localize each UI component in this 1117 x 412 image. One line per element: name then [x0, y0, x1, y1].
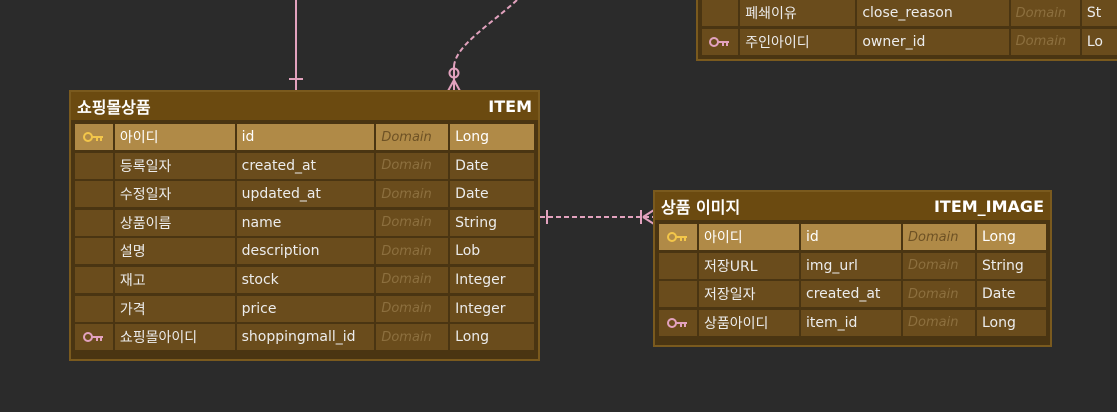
- column-type: Long: [977, 309, 1046, 336]
- row-key-slot: [702, 0, 739, 26]
- column-domain: Domain: [903, 224, 975, 250]
- primary-key-icon: [75, 124, 113, 150]
- row-key-slot: [75, 152, 113, 179]
- column-type: String: [450, 209, 534, 236]
- entity-row[interactable]: 폐쇄이유 close_reason Domain St: [702, 0, 1117, 26]
- column-korean-name: 수정일자: [114, 181, 235, 208]
- column-domain: Domain: [903, 281, 975, 308]
- column-domain: Domain: [376, 124, 449, 150]
- column-domain: Domain: [1010, 0, 1080, 26]
- relation-line-shop-to-item: [453, 0, 518, 67]
- entity-korean-title: 상품 이미지: [661, 198, 741, 217]
- entity-row[interactable]: 저장URL img_url Domain String: [659, 252, 1046, 279]
- column-physical-name: created_at: [801, 281, 901, 308]
- column-korean-name: 가격: [114, 295, 235, 322]
- entity-physical-title: ITEM_IMAGE: [933, 196, 1044, 216]
- column-domain: Domain: [903, 252, 975, 279]
- column-korean-name: 폐쇄이유: [740, 0, 856, 26]
- row-key-slot: [75, 209, 113, 236]
- column-physical-name: name: [236, 209, 375, 236]
- column-type: Long: [450, 324, 534, 351]
- column-type: Integer: [450, 266, 534, 293]
- column-domain: Domain: [376, 152, 449, 179]
- entity-item[interactable]: 쇼핑몰상품 ITEM 아이디 id Domain Long 등록일자 creat…: [69, 90, 540, 361]
- foreign-key-icon: [659, 309, 697, 336]
- column-physical-name: owner_id: [857, 28, 1009, 55]
- column-domain: Domain: [376, 324, 449, 351]
- column-physical-name: img_url: [801, 252, 901, 279]
- entity-row[interactable]: 상품이름 name Domain String: [75, 209, 534, 236]
- entity-row-primary-key[interactable]: 아이디 id Domain Long: [75, 124, 534, 150]
- column-type: String: [977, 252, 1046, 279]
- row-key-slot: [659, 252, 697, 279]
- column-physical-name: close_reason: [857, 0, 1009, 26]
- entity-header[interactable]: 상품 이미지 ITEM_IMAGE: [655, 192, 1050, 220]
- entity-physical-title: ITEM: [488, 96, 532, 116]
- entity-row[interactable]: 쇼핑몰아이디 shoppingmall_id Domain Long: [75, 324, 534, 351]
- entity-shoppingmall-partial[interactable]: 폐쇄이유 close_reason Domain St 주인아이디 owner_…: [696, 0, 1117, 61]
- column-korean-name: 재고: [114, 266, 235, 293]
- entity-row[interactable]: 수정일자 updated_at Domain Date: [75, 181, 534, 208]
- column-physical-name: shoppingmall_id: [236, 324, 375, 351]
- column-physical-name: created_at: [236, 152, 375, 179]
- primary-key-icon: [659, 224, 697, 250]
- column-korean-name: 쇼핑몰아이디: [114, 324, 235, 351]
- column-domain: Domain: [1010, 28, 1080, 55]
- column-domain: Domain: [903, 309, 975, 336]
- row-key-slot: [75, 238, 113, 265]
- column-type: Date: [977, 281, 1046, 308]
- entity-korean-title: 쇼핑몰상품: [77, 98, 151, 117]
- entity-header[interactable]: 쇼핑몰상품 ITEM: [71, 92, 538, 120]
- column-domain: Domain: [376, 295, 449, 322]
- column-type: Integer: [450, 295, 534, 322]
- column-type: Date: [450, 152, 534, 179]
- column-korean-name: 설명: [114, 238, 235, 265]
- row-key-slot: [75, 181, 113, 208]
- row-key-slot: [75, 295, 113, 322]
- entity-row[interactable]: 등록일자 created_at Domain Date: [75, 152, 534, 179]
- column-type: Lo: [1081, 28, 1117, 55]
- column-type: St: [1081, 0, 1117, 26]
- column-korean-name: 저장일자: [699, 281, 799, 308]
- column-type: Date: [450, 181, 534, 208]
- column-korean-name: 아이디: [699, 224, 799, 250]
- column-physical-name: id: [801, 224, 901, 250]
- foreign-key-icon: [702, 28, 739, 55]
- column-korean-name: 상품아이디: [699, 309, 799, 336]
- entity-row[interactable]: 재고 stock Domain Integer: [75, 266, 534, 293]
- foreign-key-icon: [75, 324, 113, 351]
- row-key-slot: [75, 266, 113, 293]
- entity-item-image[interactable]: 상품 이미지 ITEM_IMAGE 아이디 id Domain Long 저장U…: [653, 190, 1052, 347]
- entity-row[interactable]: 상품아이디 item_id Domain Long: [659, 309, 1046, 336]
- column-type: Lob: [450, 238, 534, 265]
- column-physical-name: price: [236, 295, 375, 322]
- entity-row[interactable]: 설명 description Domain Lob: [75, 238, 534, 265]
- column-physical-name: item_id: [801, 309, 901, 336]
- column-physical-name: description: [236, 238, 375, 265]
- entity-row[interactable]: 저장일자 created_at Domain Date: [659, 281, 1046, 308]
- column-physical-name: stock: [236, 266, 375, 293]
- column-domain: Domain: [376, 209, 449, 236]
- column-physical-name: id: [236, 124, 375, 150]
- column-korean-name: 저장URL: [699, 252, 799, 279]
- column-type: Long: [977, 224, 1046, 250]
- entity-row[interactable]: 주인아이디 owner_id Domain Lo: [702, 28, 1117, 55]
- column-physical-name: updated_at: [236, 181, 375, 208]
- column-domain: Domain: [376, 266, 449, 293]
- column-domain: Domain: [376, 238, 449, 265]
- row-key-slot: [659, 281, 697, 308]
- column-korean-name: 주인아이디: [740, 28, 856, 55]
- column-type: Long: [450, 124, 534, 150]
- column-korean-name: 아이디: [114, 124, 235, 150]
- entity-row-primary-key[interactable]: 아이디 id Domain Long: [659, 224, 1046, 250]
- entity-row[interactable]: 가격 price Domain Integer: [75, 295, 534, 322]
- column-korean-name: 등록일자: [114, 152, 235, 179]
- column-korean-name: 상품이름: [114, 209, 235, 236]
- column-domain: Domain: [376, 181, 449, 208]
